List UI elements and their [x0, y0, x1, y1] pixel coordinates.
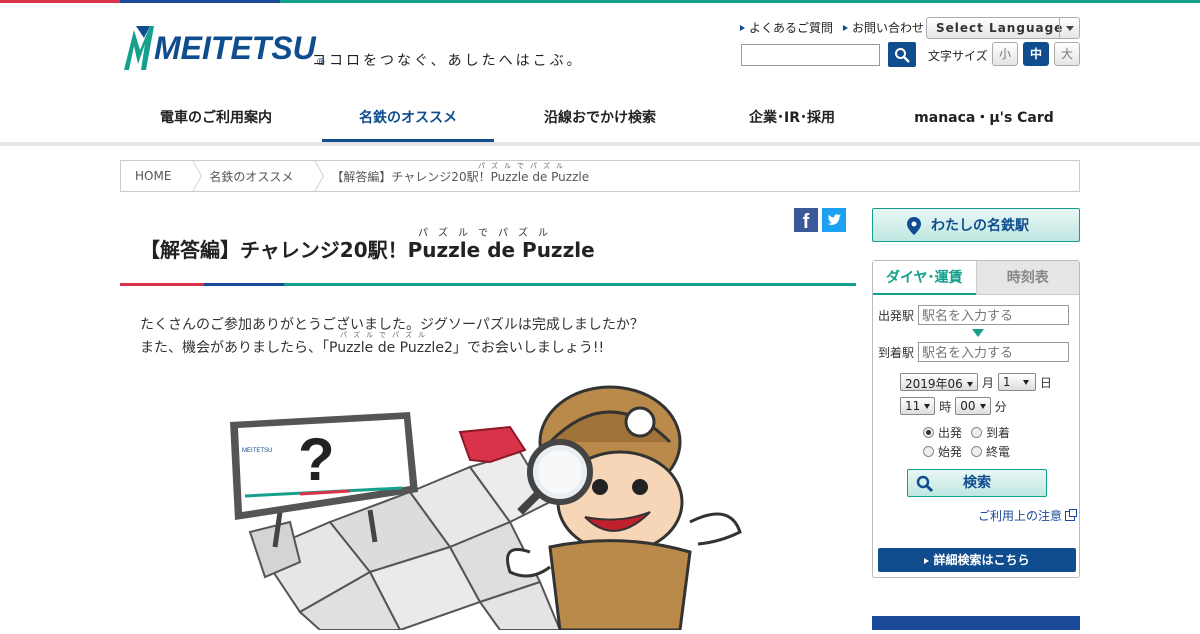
- breadcrumb-separator: [307, 161, 317, 191]
- from-station-input[interactable]: [918, 305, 1070, 325]
- font-size-small-button[interactable]: 小: [992, 42, 1018, 66]
- to-station-row: 到着駅: [878, 342, 1070, 362]
- site-search-input[interactable]: [741, 44, 880, 66]
- date-row: 2019年06 月 1 日: [900, 373, 1052, 391]
- usage-notice-link[interactable]: ご利用上の注意: [977, 507, 1077, 524]
- chevron-down-icon: [1022, 380, 1029, 385]
- font-size-medium-button[interactable]: 中: [1023, 42, 1049, 66]
- detective-puzzle-illustration: ? MEITETSU: [220, 372, 760, 632]
- gnav-item-recommend[interactable]: 名鉄のオススメ: [312, 95, 504, 143]
- my-meitetsu-station-button[interactable]: わたしの名鉄駅: [872, 208, 1080, 242]
- top-accent-bar: [0, 0, 1200, 3]
- radio-last-train-label: 終電: [986, 445, 1011, 459]
- route-search-button-label: 検索: [963, 475, 991, 491]
- arrow-right-icon: [843, 24, 849, 31]
- from-station-row: 出発駅: [878, 305, 1070, 325]
- detail-search-button[interactable]: 詳細検索はこちら: [878, 548, 1076, 572]
- faq-link[interactable]: よくあるご質問: [740, 19, 833, 36]
- twitter-share-icon[interactable]: [822, 208, 846, 232]
- svg-text:MEITETSU: MEITETSU: [242, 448, 272, 454]
- twitter-bird-icon: [827, 214, 841, 225]
- radio-button-icon: [971, 427, 982, 438]
- usage-notice-label: ご利用上の注意: [977, 509, 1062, 523]
- chevron-down-icon: [924, 404, 931, 409]
- hour-select[interactable]: 11: [900, 397, 936, 415]
- to-station-input[interactable]: [918, 342, 1070, 362]
- chevron-down-icon: [1059, 18, 1079, 38]
- from-station-label: 出発駅: [878, 308, 915, 323]
- radio-button-icon: [923, 427, 934, 438]
- radio-button-icon: [971, 446, 982, 457]
- minute-unit-label: 分: [994, 399, 1007, 414]
- radio-first-train-label: 始発: [938, 445, 963, 459]
- chevron-down-icon: [979, 404, 986, 409]
- global-nav: 電車のご利用案内 名鉄のオススメ 沿線おでかけ検索 企業･IR･採用 manac…: [120, 95, 1080, 143]
- breadcrumb-separator: [185, 161, 195, 191]
- page-title: 【解答編】チャレンジ20駅！Puzzle de Puzzle: [140, 238, 595, 262]
- day-select[interactable]: 1: [997, 373, 1036, 391]
- breadcrumb-ruby: パズルでパズル: [478, 162, 569, 170]
- route-search-panel: ダイヤ･運賃 時刻表 出発駅 到着駅 2019年06 月 1 日 11 時 00…: [872, 260, 1080, 578]
- sidebar-next-panel: [872, 616, 1080, 630]
- chevron-down-icon: [966, 382, 973, 387]
- body-ruby: パズルでパズル: [340, 331, 431, 339]
- route-search-tabs: ダイヤ･運賃 時刻表: [873, 261, 1079, 295]
- radio-first-train[interactable]: 始発: [923, 443, 962, 460]
- location-pin-icon: [907, 217, 921, 235]
- language-select-label: Select Language: [936, 21, 1064, 35]
- search-icon: [916, 475, 934, 493]
- gnav-divider: [0, 142, 1200, 146]
- year-month-select[interactable]: 2019年06: [900, 373, 978, 391]
- to-station-label: 到着駅: [878, 345, 915, 360]
- svg-text:?: ?: [298, 426, 335, 493]
- arrow-right-icon: [740, 24, 745, 31]
- breadcrumb: HOME 名鉄のオススメ 【解答編】チャレンジ20駅！Puzzle de Puz…: [120, 160, 1080, 192]
- month-unit-label: 月: [981, 375, 994, 390]
- font-size-label: 文字サイズ: [928, 49, 988, 63]
- illustration-svg: ? MEITETSU: [230, 385, 742, 632]
- site-search-button[interactable]: [888, 42, 916, 67]
- title-underline: [120, 283, 856, 286]
- radio-last-train[interactable]: 終電: [971, 443, 1010, 460]
- radio-departure-label: 出発: [938, 426, 963, 440]
- utility-links: よくあるご質問 お問い合わせ: [740, 19, 924, 36]
- search-icon: [895, 48, 910, 63]
- gnav-item-outing-search[interactable]: 沿線おでかけ検索: [504, 95, 696, 143]
- share-buttons: f: [794, 208, 846, 233]
- contact-link[interactable]: お問い合わせ: [843, 19, 924, 36]
- gnav-item-train-guide[interactable]: 電車のご利用案内: [120, 95, 312, 143]
- tab-timetable-fare[interactable]: ダイヤ･運賃: [873, 261, 976, 295]
- language-select[interactable]: Select Language: [926, 17, 1080, 39]
- minute-select[interactable]: 00: [955, 397, 991, 415]
- gnav-item-manaca[interactable]: manaca・μ's Card: [888, 95, 1080, 143]
- time-row: 11 時 00 分: [900, 397, 1007, 415]
- logo-m-icon: [124, 26, 154, 70]
- arrow-down-icon: [972, 329, 984, 337]
- radio-arrival-label: 到着: [986, 426, 1011, 440]
- font-size-large-button[interactable]: 大: [1054, 42, 1080, 66]
- my-meitetsu-label: わたしの名鉄駅: [931, 218, 1029, 234]
- tagline: ココロをつなぐ、あしたへはこぶ。: [312, 53, 584, 69]
- external-link-icon: [1065, 508, 1077, 521]
- breadcrumb-recommend[interactable]: 名鉄のオススメ: [195, 161, 307, 191]
- radio-departure[interactable]: 出発: [923, 424, 962, 441]
- hour-unit-label: 時: [939, 399, 952, 414]
- radio-button-icon: [923, 446, 934, 457]
- arrow-right-icon: [924, 557, 930, 564]
- gnav-item-corporate[interactable]: 企業･IR･採用: [696, 95, 888, 143]
- logo-text: MEITETSU: [154, 30, 316, 66]
- article-body-line-2: また、機会がありましたら、「Puzzle de Puzzle2」でお会いしましょ…: [140, 340, 605, 356]
- detail-search-label: 詳細検索はこちら: [933, 553, 1030, 567]
- radio-arrival[interactable]: 到着: [971, 424, 1010, 441]
- tab-timetable[interactable]: 時刻表: [975, 261, 1079, 295]
- day-unit-label: 日: [1039, 375, 1052, 390]
- site-logo[interactable]: MEITETSU ®: [124, 24, 326, 72]
- breadcrumb-home[interactable]: HOME: [121, 161, 185, 191]
- facebook-share-icon[interactable]: f: [794, 208, 818, 233]
- route-search-button[interactable]: 検索: [907, 469, 1047, 497]
